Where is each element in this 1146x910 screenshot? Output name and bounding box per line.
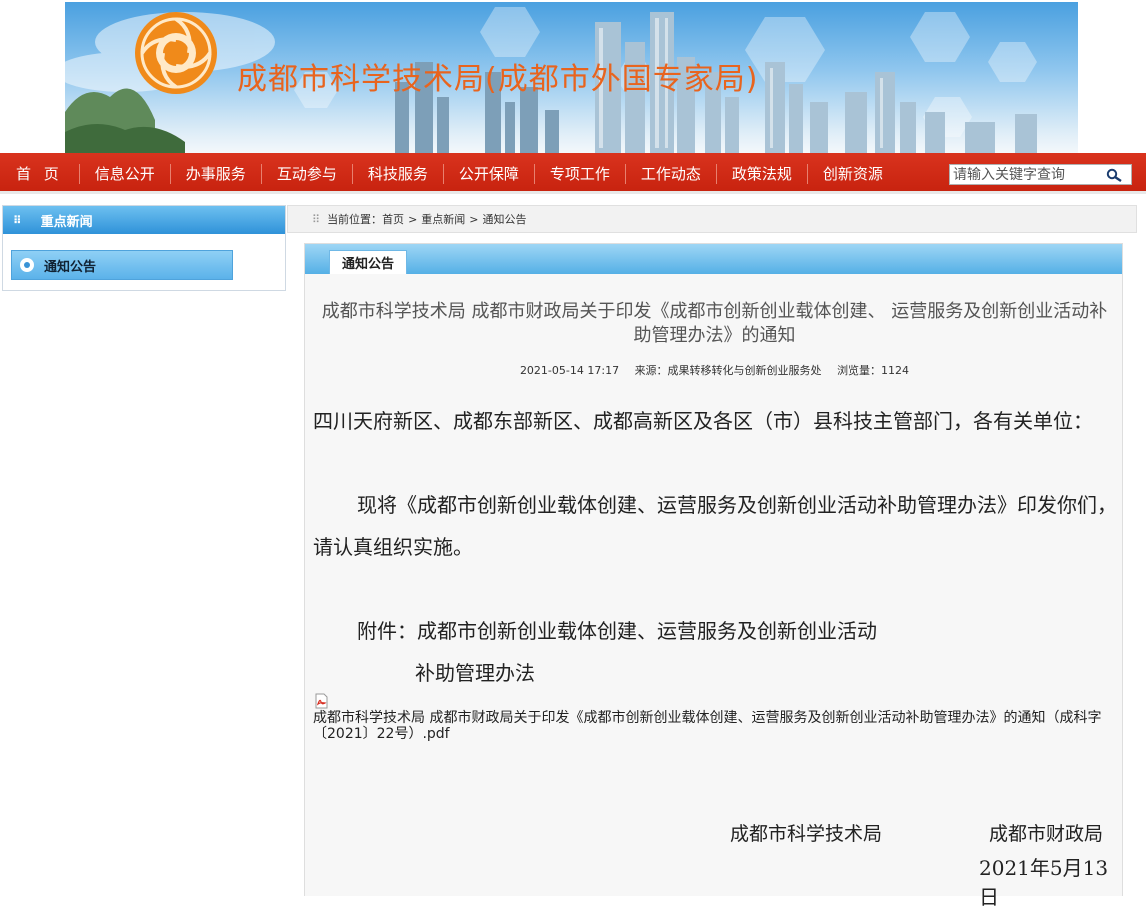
sidebar-item-label: 通知公告 [44,259,97,275]
nav-innovation-resources[interactable]: 创新资源 [808,164,898,184]
main-nav: 首 页 信息公开 办事服务 互动参与 科技服务 公开保障 专项工作 工作动态 政… [0,153,1146,194]
article-panel: 通知公告 成都市科学技术局 成都市财政局关于印发《成都市创新创业载体创建、 运营… [304,243,1124,909]
radio-selected-icon [20,258,34,272]
site-banner: 成都市科学技术局(成都市外国专家局) [65,2,1078,153]
nav-public-guarantee[interactable]: 公开保障 [444,163,535,184]
sidebar: ⠿ 重点新闻 通知公告 [2,205,286,291]
article-meta: 2021-05-14 17:17 来源：成果转移转化与创新创业服务处 浏览量：1… [305,362,1124,378]
nav-services[interactable]: 办事服务 [171,163,262,184]
sign-date: 2021年5月13日 [979,856,1109,909]
breadcrumb-separator: > [408,212,418,226]
attachment-note-line2: 补助管理办法 [415,661,535,685]
search-icon [1106,168,1122,182]
nav-policies[interactable]: 政策法规 [717,163,808,184]
sidebar-heading: ⠿ 重点新闻 [3,206,285,234]
sidebar-heading-label: 重点新闻 [40,214,93,230]
nav-info-public[interactable]: 信息公开 [80,163,171,184]
attachment-link[interactable]: 成都市科学技术局 成都市财政局关于印发《成都市创新创业载体创建、运营服务及创新创… [313,710,1113,742]
attachment-note-line1: 附件：成都市创新创业载体创建、运营服务及创新创业活动 [357,619,877,643]
breadcrumb-notices[interactable]: 通知公告 [483,211,527,227]
site-title: 成都市科学技术局(成都市外国专家局) [237,62,759,97]
search-input[interactable] [950,165,1100,184]
breadcrumb-prefix: 当前位置： [327,213,383,226]
article-source: 来源：成果转移转化与创新创业服务处 [634,364,822,377]
article-views: 浏览量：1124 [837,364,910,377]
nav-work-news[interactable]: 工作动态 [626,163,717,184]
article-salutation: 四川天府新区、成都东部新区、成都高新区及各区（市）县科技主管部门，各有关单位： [313,409,1093,433]
tab-notices[interactable]: 通知公告 [329,250,407,274]
tab-bar: 通知公告 [305,244,1122,274]
search-box [949,164,1132,185]
search-button[interactable] [1100,165,1130,184]
breadcrumb-key-news[interactable]: 重点新闻 [421,211,465,227]
chengdu-sun-logo-icon [135,12,217,94]
article-paragraph: 现将《成都市创新创业载体创建、运营服务及创新创业活动补助管理办法》印发你们，请认… [313,493,1117,559]
nav-tech-services[interactable]: 科技服务 [353,163,444,184]
breadcrumb: ⠿ 当前位置： 首页 > 重点新闻 > 通知公告 [287,205,1137,233]
nav-interaction[interactable]: 互动参与 [262,163,353,184]
article-title: 成都市科学技术局 成都市财政局关于印发《成都市创新创业载体创建、 运营服务及创新… [321,301,1108,346]
nav-home[interactable]: 首 页 [0,163,80,184]
sidebar-item-notices[interactable]: 通知公告 [11,250,233,280]
breadcrumb-home[interactable]: 首页 [382,211,404,227]
signer-finance-bureau: 成都市财政局 [989,823,1104,845]
grip-dots-icon: ⠿ [13,213,22,227]
article-date: 2021-05-14 17:17 [519,364,620,377]
signer-tech-bureau: 成都市科学技术局 [730,823,883,845]
pdf-file-icon [315,693,328,709]
grip-dots-icon: ⠿ [312,212,320,226]
nav-special-work[interactable]: 专项工作 [535,163,626,184]
breadcrumb-separator: > [469,212,479,226]
